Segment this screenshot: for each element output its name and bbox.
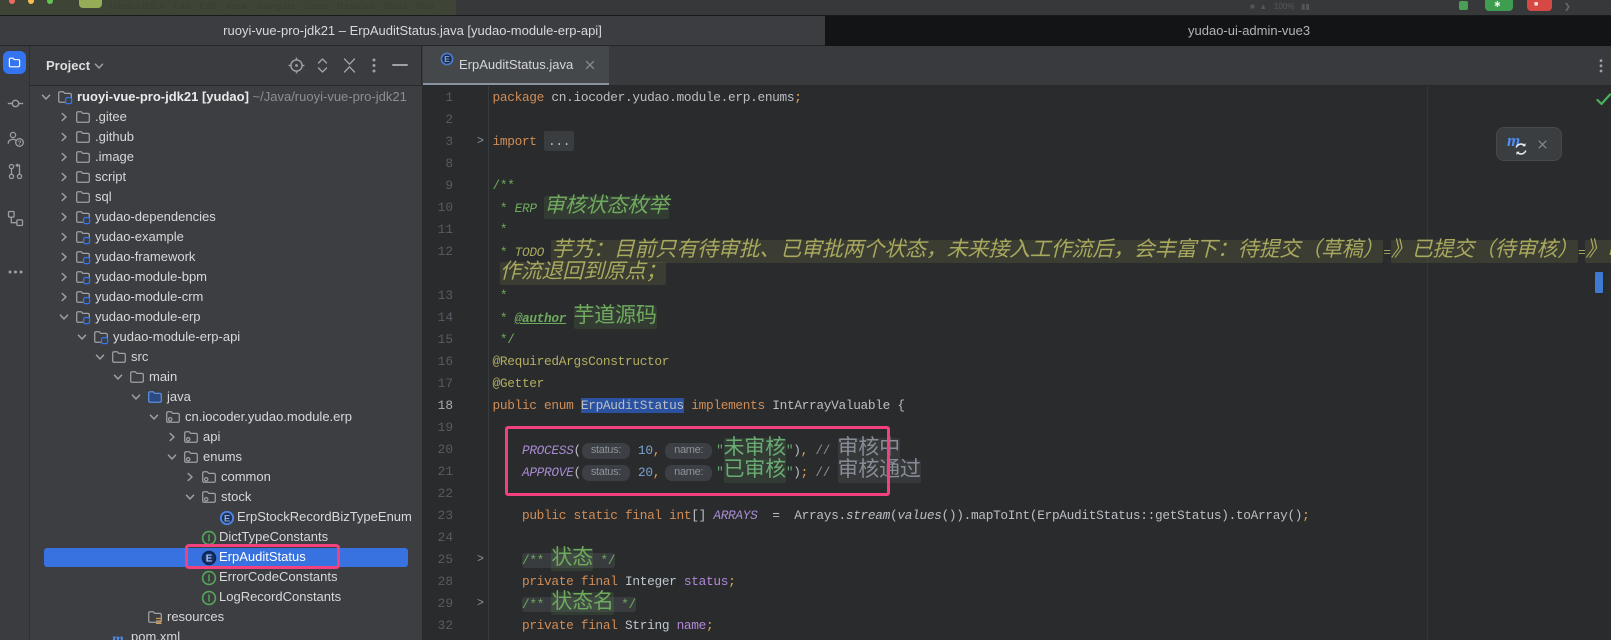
svg-text:E: E bbox=[444, 54, 450, 64]
svg-text:?: ? bbox=[18, 140, 22, 147]
